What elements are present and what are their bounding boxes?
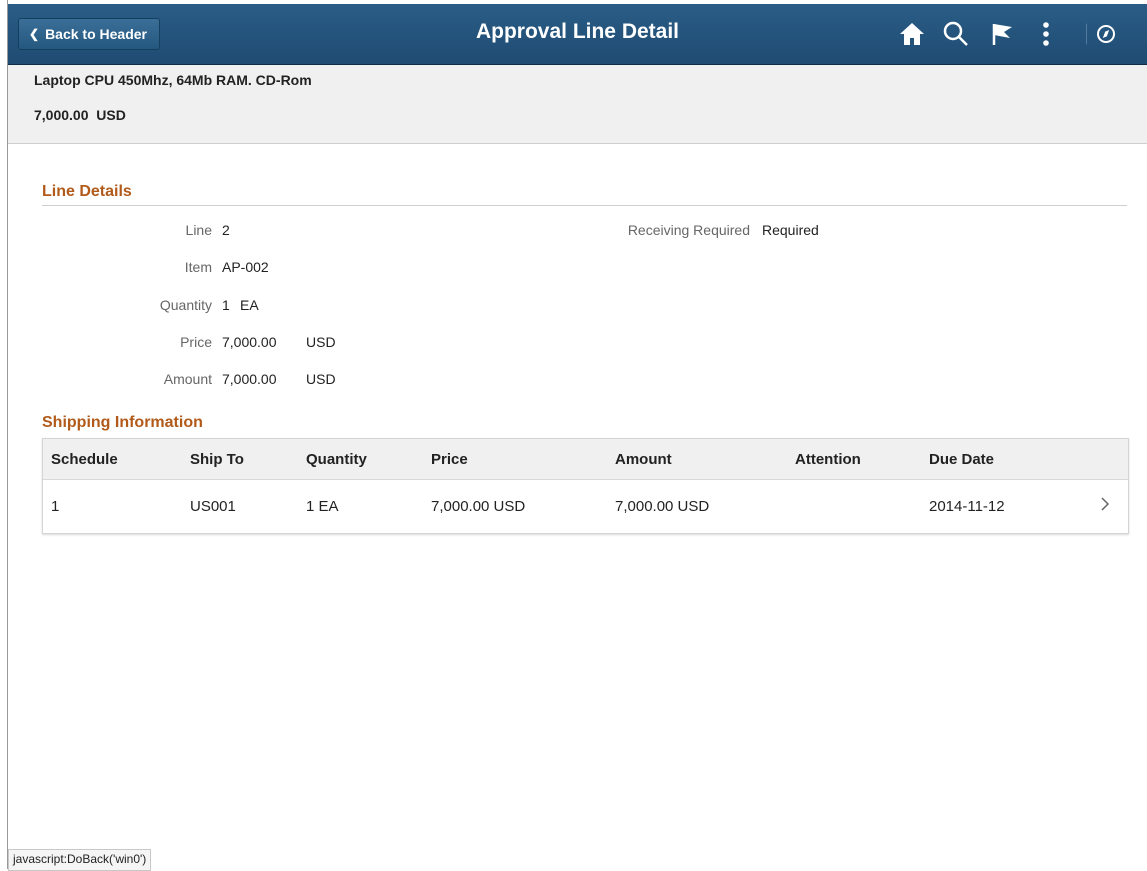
shipping-grid-header: Schedule Ship To Quantity Price Amount A… (43, 439, 1128, 480)
line-label: Line (185, 222, 212, 238)
column-header-attention: Attention (795, 451, 861, 468)
receiving-required-value: Required (762, 222, 819, 238)
receiving-required-label: Receiving Required (627, 222, 750, 238)
line-value: 2 (222, 222, 230, 238)
page-title: Approval Line Detail (475, 20, 680, 43)
back-to-header-button[interactable]: ❮ Back to Header (18, 18, 160, 50)
shipping-information-title: Shipping Information (42, 414, 203, 431)
amount-label: Amount (163, 371, 212, 387)
navbar-icon[interactable] (1085, 18, 1126, 50)
flag-icon[interactable] (986, 18, 1018, 50)
window-left-edge (0, 0, 8, 869)
price-value: 7,000.00 (222, 334, 277, 350)
shipping-grid: Schedule Ship To Quantity Price Amount A… (42, 438, 1129, 534)
line-summary-band: Laptop CPU 450Mhz, 64Mb RAM. CD-Rom 7,00… (8, 65, 1147, 144)
browser-status-bar: javascript:DoBack('win0') (8, 849, 152, 871)
column-header-ship-to: Ship To (190, 451, 244, 468)
cell-ship-to: US001 (190, 498, 236, 515)
column-header-amount: Amount (615, 451, 672, 468)
amount-currency: USD (306, 371, 336, 387)
chevron-left-icon: ❮ (29, 27, 40, 41)
column-header-price: Price (431, 451, 468, 468)
price-currency: USD (306, 334, 336, 350)
column-header-schedule: Schedule (51, 451, 118, 468)
home-icon[interactable] (896, 18, 928, 50)
quantity-label: Quantity (159, 297, 212, 313)
summary-amount-value: 7,000.00 (34, 107, 89, 123)
summary-currency: USD (96, 107, 126, 123)
item-label: Item (184, 259, 212, 275)
cell-due-date: 2014-11-12 (929, 498, 1005, 515)
item-value: AP-002 (222, 259, 269, 275)
cell-schedule: 1 (51, 498, 60, 515)
search-icon[interactable] (940, 18, 972, 50)
cell-amount: 7,000.00 USD (615, 498, 710, 515)
line-details-title: Line Details (42, 183, 132, 200)
item-description: Laptop CPU 450Mhz, 64Mb RAM. CD-Rom (34, 72, 312, 88)
amount-value: 7,000.00 (222, 371, 277, 387)
line-details-divider (42, 205, 1127, 206)
chevron-right-icon[interactable] (1100, 495, 1110, 513)
price-label: Price (180, 334, 212, 350)
table-row[interactable]: 1 US001 1 EA 7,000.00 USD 7,000.00 USD 2… (43, 480, 1128, 533)
column-header-due-date: Due Date (929, 451, 995, 468)
quantity-uom: EA (240, 297, 259, 313)
back-button-label: Back to Header (45, 26, 147, 42)
quantity-value: 1 (222, 297, 230, 313)
page-header: ❮ Back to Header Approval Line Detail (8, 4, 1147, 65)
summary-amount: 7,000.00 USD (34, 107, 126, 123)
more-options-icon[interactable] (1030, 18, 1062, 50)
column-header-quantity: Quantity (306, 451, 367, 468)
cell-quantity: 1 EA (306, 498, 339, 515)
cell-price: 7,000.00 USD (431, 498, 526, 515)
